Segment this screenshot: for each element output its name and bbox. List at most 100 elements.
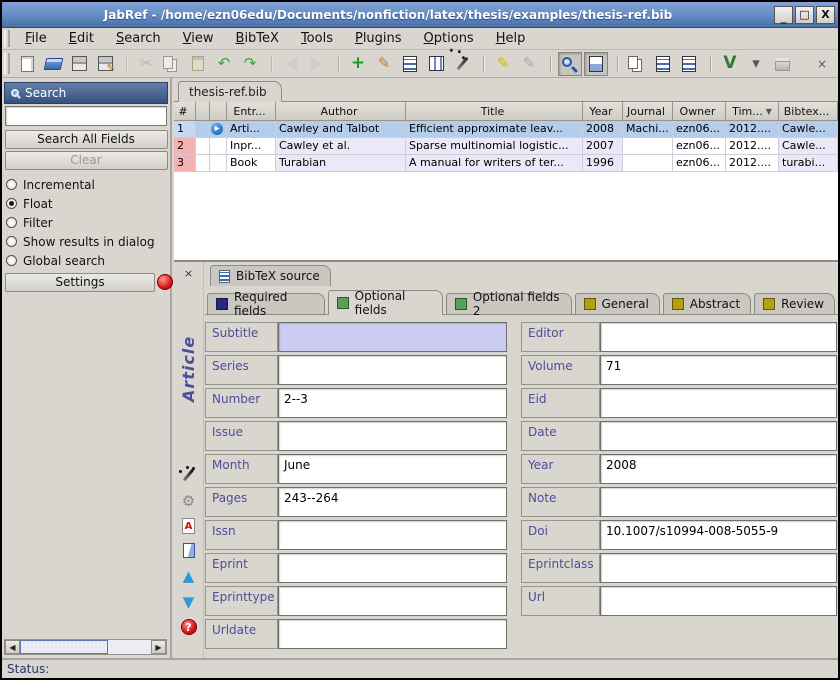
prev-entry-icon[interactable]: ▲	[180, 567, 197, 584]
gear-icon[interactable]: ⚙	[180, 492, 197, 509]
undo-button[interactable]: ↶	[212, 52, 236, 76]
table-column-header[interactable]: Year	[583, 102, 623, 121]
field-input[interactable]	[600, 586, 837, 616]
save-as-button[interactable]	[93, 52, 117, 76]
field-input[interactable]: 2008	[600, 454, 837, 484]
entry-editor-close-button[interactable]: ×	[181, 266, 196, 280]
cleanup-button[interactable]	[450, 52, 474, 76]
scroll-left-button[interactable]: ◀	[5, 640, 20, 654]
help-ball-icon[interactable]	[157, 274, 173, 290]
close-button[interactable]: X	[816, 6, 835, 24]
field-input[interactable]	[278, 553, 507, 583]
field-input[interactable]: 243--264	[278, 487, 507, 517]
table-column-header[interactable]: Title	[406, 102, 583, 121]
field-input[interactable]	[278, 520, 507, 550]
table-column-header[interactable]	[210, 102, 227, 121]
unmark-entries-button[interactable]: ✎	[517, 52, 541, 76]
table-column-header[interactable]: Tim... ▼	[726, 102, 779, 121]
field-input[interactable]	[278, 619, 507, 649]
toolbar-close-icon[interactable]: ×	[814, 56, 830, 72]
edit-strings-button[interactable]	[424, 52, 448, 76]
paste-button[interactable]	[186, 52, 210, 76]
generate-key-wand-icon[interactable]	[180, 466, 197, 483]
editor-tab[interactable]: Optional fields	[328, 290, 443, 315]
search-mode-option[interactable]: Incremental	[6, 175, 166, 194]
menu-item[interactable]: Help	[485, 29, 537, 48]
back-button[interactable]: ◀	[279, 52, 303, 76]
editor-tab[interactable]: General	[575, 293, 660, 314]
field-input[interactable]: June	[278, 454, 507, 484]
help-icon[interactable]: ?	[181, 619, 197, 635]
field-input[interactable]	[600, 322, 837, 352]
minimize-button[interactable]: _	[774, 6, 793, 24]
menu-item[interactable]: Plugins	[344, 29, 413, 48]
copy-button[interactable]	[160, 52, 184, 76]
pdf-icon[interactable]	[182, 518, 195, 534]
mark-entries-button[interactable]: ✎	[491, 52, 515, 76]
field-input[interactable]	[600, 553, 837, 583]
edit-entry-button[interactable]: ✎	[372, 52, 396, 76]
field-input[interactable]	[278, 355, 507, 385]
clear-button[interactable]: Clear	[5, 151, 168, 170]
copy-key-button[interactable]	[625, 52, 649, 76]
field-input[interactable]: 71	[600, 355, 837, 385]
field-input[interactable]: 2--3	[278, 388, 507, 418]
menu-item[interactable]: Edit	[58, 29, 105, 48]
open-database-button[interactable]	[41, 52, 65, 76]
toggle-search-button[interactable]	[558, 52, 582, 76]
table-column-header[interactable]: Owner	[673, 102, 726, 121]
print-button[interactable]	[770, 52, 794, 76]
editor-tab[interactable]: Abstract	[663, 293, 751, 314]
field-input[interactable]	[600, 388, 837, 418]
toggle-preview-button[interactable]	[584, 52, 608, 76]
push-to-openoffice-button[interactable]: V	[718, 52, 742, 76]
field-input[interactable]: 10.1007/s10994-008-5055-9	[600, 520, 837, 550]
table-column-header[interactable]: Entr...	[227, 102, 276, 121]
push-to-emacs-button[interactable]	[677, 52, 701, 76]
scrollbar-track[interactable]	[108, 640, 151, 654]
settings-button[interactable]: Settings	[5, 273, 155, 292]
editor-tab[interactable]: Review	[754, 293, 835, 314]
editor-tab[interactable]: Optional fields 2	[446, 293, 572, 314]
edit-preamble-button[interactable]	[398, 52, 422, 76]
menu-item[interactable]: Tools	[290, 29, 344, 48]
table-column-header[interactable]	[196, 102, 210, 121]
next-entry-icon[interactable]: ▼	[180, 593, 197, 610]
field-input[interactable]	[278, 586, 507, 616]
search-mode-option[interactable]: Show results in dialog	[6, 232, 166, 251]
table-column-header[interactable]: Bibtex...	[779, 102, 838, 121]
maximize-button[interactable]: □	[795, 6, 814, 24]
push-to-lyx-button[interactable]	[651, 52, 675, 76]
table-row[interactable]: 3 ▶ Book Turabian A manual for writers o…	[174, 155, 838, 172]
menu-item[interactable]: File	[14, 29, 58, 48]
table-column-header[interactable]: Author	[276, 102, 406, 121]
search-input[interactable]	[5, 106, 167, 126]
field-input[interactable]	[278, 322, 507, 352]
database-tab[interactable]: thesis-ref.bib	[178, 81, 282, 102]
redo-button[interactable]: ↷	[238, 52, 262, 76]
menu-item[interactable]: Options	[413, 29, 485, 48]
search-mode-option[interactable]: Filter	[6, 213, 166, 232]
editor-tab[interactable]: Required fields	[207, 293, 325, 314]
file-link-icon[interactable]	[183, 543, 195, 558]
field-input[interactable]	[600, 421, 837, 451]
scroll-right-button[interactable]: ▶	[151, 640, 166, 654]
menu-item[interactable]: BibTeX	[225, 29, 290, 48]
table-column-header[interactable]: Journal	[623, 102, 673, 121]
cut-button[interactable]: ✂	[134, 52, 158, 76]
forward-button[interactable]: ▶	[305, 52, 329, 76]
table-row[interactable]: 1 ▶ Arti... Cawley and Talbot Efficient …	[174, 121, 838, 138]
push-dropdown-button[interactable]: ▾	[744, 52, 768, 76]
table-column-header[interactable]: #	[174, 102, 196, 121]
scrollbar-thumb[interactable]	[20, 640, 108, 654]
search-mode-option[interactable]: Float	[6, 194, 166, 213]
tab-bibtex-source[interactable]: BibTeX source	[210, 265, 331, 286]
table-row[interactable]: 2 ▶ Inpr... Cawley et al. Sparse multino…	[174, 138, 838, 155]
save-database-button[interactable]	[67, 52, 91, 76]
menu-item[interactable]: View	[172, 29, 225, 48]
field-input[interactable]	[278, 421, 507, 451]
field-input[interactable]	[600, 487, 837, 517]
search-mode-option[interactable]: Global search	[6, 251, 166, 270]
search-all-fields-button[interactable]: Search All Fields	[5, 130, 168, 149]
new-entry-button[interactable]: +	[346, 52, 370, 76]
